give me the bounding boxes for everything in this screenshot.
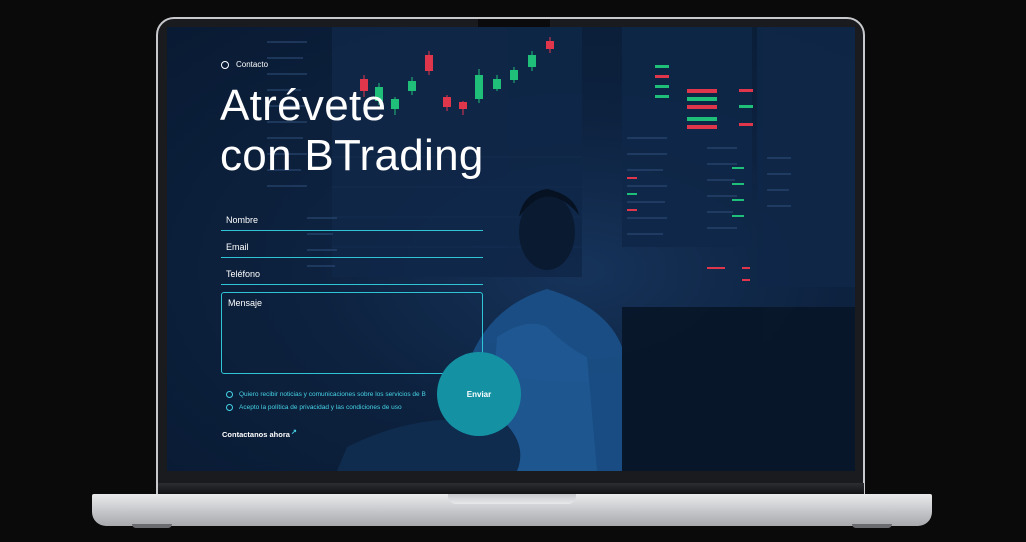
- submit-button[interactable]: Enviar: [437, 352, 521, 436]
- contact-now-label: Contactanos ahora: [222, 430, 290, 439]
- name-field[interactable]: Nombre: [221, 215, 483, 231]
- arrow-up-right-icon: ↗: [290, 429, 297, 436]
- newsletter-consent-checkbox[interactable]: Quiero recibir noticias y comunicaciones…: [226, 391, 426, 398]
- phone-field[interactable]: Teléfono: [221, 269, 483, 285]
- message-textarea-label: Mensaje: [228, 298, 263, 308]
- phone-field-label: Teléfono: [226, 269, 261, 279]
- laptop-base-notch: [448, 494, 576, 504]
- name-field-label: Nombre: [226, 215, 259, 225]
- privacy-consent-checkbox[interactable]: Acepto la política de privacidad y las c…: [226, 404, 402, 411]
- contact-now-link[interactable]: Contactanos ahora↗: [222, 429, 297, 439]
- page-title-line-2: con BTrading: [220, 131, 484, 180]
- newsletter-consent-label: Quiero recibir noticias y comunicaciones…: [239, 391, 426, 398]
- laptop-foot-left: [132, 524, 172, 528]
- laptop-foot-right: [852, 524, 892, 528]
- submit-button-label: Enviar: [466, 389, 492, 399]
- breadcrumb: Contacto: [221, 60, 268, 69]
- laptop-screen: Contacto Atrévete con BTrading Nombre Em…: [167, 27, 855, 471]
- checkbox-circle-icon[interactable]: [226, 391, 233, 398]
- email-field[interactable]: Email: [221, 242, 483, 258]
- laptop-base: [92, 494, 932, 526]
- breadcrumb-label: Contacto: [236, 60, 269, 69]
- privacy-consent-label: Acepto la política de privacidad y las c…: [239, 404, 402, 411]
- checkbox-circle-icon[interactable]: [226, 404, 233, 411]
- email-field-label: Email: [226, 242, 249, 252]
- radio-ring-icon: [221, 60, 229, 69]
- message-textarea[interactable]: Mensaje: [221, 292, 483, 374]
- page-title: Atrévete con BTrading: [220, 81, 484, 181]
- page-title-line-1: Atrévete: [220, 81, 387, 130]
